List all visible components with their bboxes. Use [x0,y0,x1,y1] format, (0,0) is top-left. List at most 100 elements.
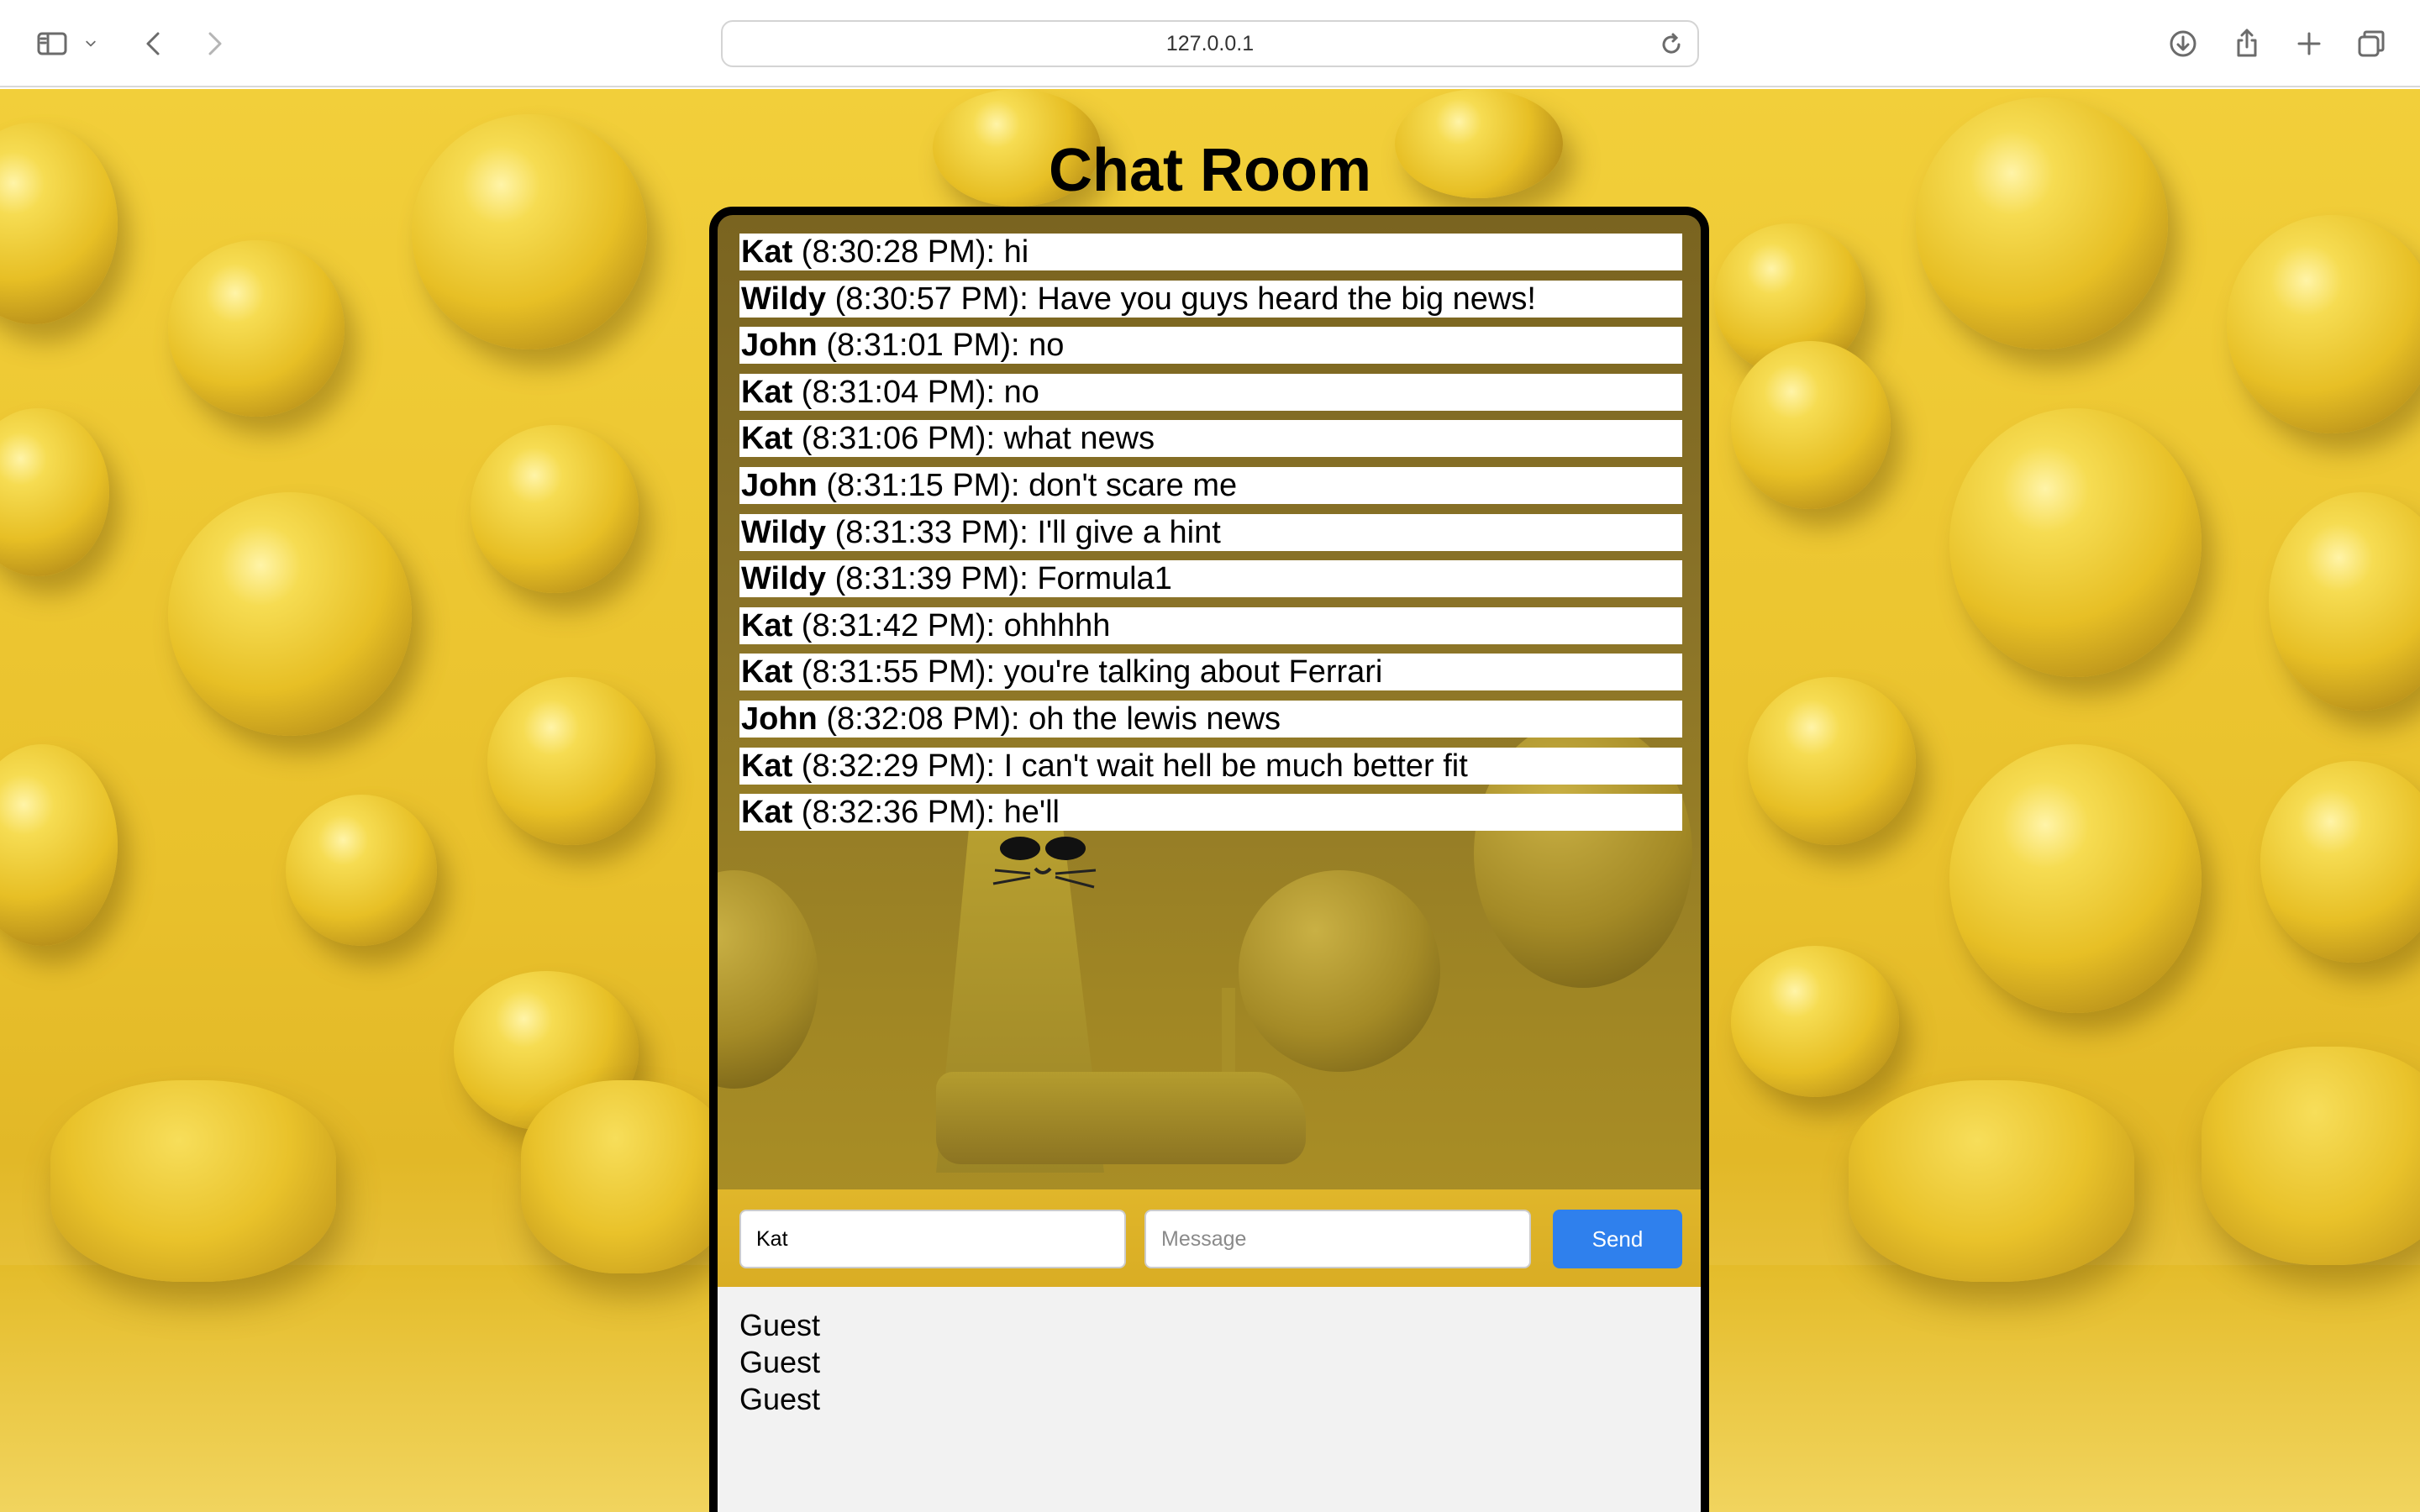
message-username: Wildy [741,561,826,597]
chat-message: Wildy (8:30:57 PM): Have you guys heard … [739,280,1682,318]
decor-bubble [471,425,639,593]
decor-bubble [286,795,437,946]
message-username: Wildy [741,281,826,317]
username-input[interactable] [739,1210,1126,1268]
chat-message: Kat (8:32:36 PM): he'll [739,794,1682,832]
message-text: ohhhhh [1003,607,1111,643]
message-timestamp: (8:32:29 PM): [801,748,1004,784]
decor-pouf [521,1080,731,1273]
message-username: Kat [741,607,793,643]
message-timestamp: (8:31:04 PM): [801,374,1004,410]
cat-chair-illustration [718,719,1701,1173]
decor-bubble [1731,341,1891,509]
message-timestamp: (8:32:08 PM): [826,701,1029,737]
decor-bubble [2227,215,2420,433]
message-timestamp: (8:31:39 PM): [834,561,1038,597]
decor-bubble [1916,97,2168,349]
decor-pouf [50,1080,336,1282]
decor-bubble [412,114,647,349]
message-timestamp: (8:31:15 PM): [826,467,1029,503]
message-timestamp: (8:31:55 PM): [801,654,1004,690]
message-text: don't scare me [1028,467,1238,503]
message-timestamp: (8:31:06 PM): [801,421,1004,457]
decor-bubble [1748,677,1916,845]
message-timestamp: (8:30:57 PM): [834,281,1038,317]
reload-icon[interactable] [1659,32,1684,57]
chat-message: Wildy (8:31:33 PM): I'll give a hint [739,513,1682,551]
decor-bubble [487,677,655,845]
send-button[interactable]: Send [1553,1210,1682,1268]
decor-bubble [1949,408,2202,677]
user-list-item: Guest [739,1308,821,1342]
decor-bubble [718,870,818,1089]
message-username: Kat [741,234,793,270]
message-timestamp: (8:30:28 PM): [801,234,1004,270]
message-input[interactable] [1144,1210,1531,1268]
chat-message: Kat (8:31:04 PM): no [739,373,1682,411]
chair-seat [936,1072,1306,1164]
message-username: Kat [741,654,793,690]
message-text: I can't wait hell be much better fit [1003,748,1468,784]
chat-message: John (8:32:08 PM): oh the lewis news [739,700,1682,738]
decor-bubble [1949,744,2202,1013]
decor-bubble [2269,492,2420,711]
user-list: Guest Guest Guest [718,1287,1701,1512]
decor-bubble [1731,946,1899,1097]
decor-bubble [0,408,109,576]
address-bar[interactable]: 127.0.0.1 [721,20,1699,67]
decor-bubble [168,492,412,736]
message-username: John [741,328,818,364]
message-text: Have you guys heard the big news! [1037,281,1536,317]
message-text: what news [1003,421,1155,457]
forward-arrow-icon[interactable] [193,24,234,64]
message-form: Send [718,1189,1701,1287]
message-text: oh the lewis news [1028,701,1281,737]
message-text: he'll [1003,795,1060,831]
message-text: no [1003,374,1039,410]
decor-bubble [0,123,118,324]
decor-pouf [1849,1080,2134,1282]
message-timestamp: (8:31:01 PM): [826,328,1029,364]
plus-icon[interactable] [2289,24,2329,64]
message-username: John [741,467,818,503]
chat-message: John (8:31:15 PM): don't scare me [739,466,1682,504]
download-icon[interactable] [2163,24,2203,64]
chat-message: Kat (8:31:42 PM): ohhhhh [739,606,1682,644]
message-timestamp: (8:31:42 PM): [801,607,1004,643]
message-username: Kat [741,421,793,457]
message-timestamp: (8:32:36 PM): [801,795,1004,831]
url-text: 127.0.0.1 [1165,31,1255,55]
back-arrow-icon[interactable] [134,24,175,64]
chevron-down-icon[interactable] [77,24,104,64]
message-list: Kat (8:30:28 PM): hi Wildy (8:30:57 PM): … [739,234,1682,841]
share-icon[interactable] [2227,24,2267,64]
sidebar-icon[interactable] [32,24,72,64]
page-title: Chat Room [1049,137,1371,204]
message-timestamp: (8:31:33 PM): [834,514,1038,550]
user-list-item: Guest [739,1382,821,1416]
chat-message: Kat (8:32:29 PM): I can't wait hell be m… [739,747,1682,785]
decor-bubble [0,744,118,946]
message-username: John [741,701,818,737]
user-list-item: Guest [739,1345,821,1379]
chat-message: Kat (8:30:28 PM): hi [739,234,1682,270]
chat-message: John (8:31:01 PM): no [739,327,1682,365]
browser-toolbar: 127.0.0.1 [0,0,2420,87]
message-text: no [1028,328,1065,364]
message-username: Kat [741,795,793,831]
chat-container: Kat (8:30:28 PM): hi Wildy (8:30:57 PM): … [709,207,1709,1512]
message-text: Formula1 [1037,561,1172,597]
message-text: I'll give a hint [1037,514,1221,550]
message-username: Wildy [741,514,826,550]
decor-pouf [2202,1047,2420,1265]
tab-overview-icon[interactable] [2351,24,2391,64]
chat-message: Kat (8:31:06 PM): what news [739,420,1682,458]
chat-message: Wildy (8:31:39 PM): Formula1 [739,560,1682,598]
message-username: Kat [741,748,793,784]
chat-message: Kat (8:31:55 PM): you're talking about F… [739,654,1682,691]
decor-bubble [2260,761,2420,963]
message-username: Kat [741,374,793,410]
message-text: you're talking about Ferrari [1003,654,1383,690]
decor-bubble [168,240,345,417]
message-text: hi [1003,234,1029,270]
